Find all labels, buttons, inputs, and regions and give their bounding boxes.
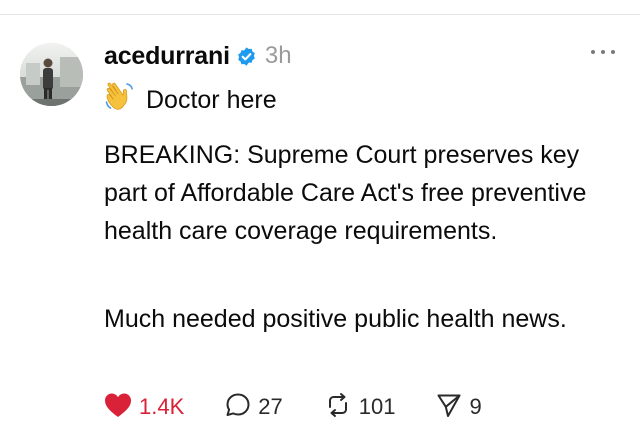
heart-icon	[103, 391, 133, 424]
repost-button[interactable]: 101	[323, 391, 396, 424]
action-bar: 1.4K 27 101 9	[103, 390, 482, 424]
share-count: 9	[469, 394, 482, 419]
post: acedurrani 3h Doctor here BREAKING: Supr…	[0, 0, 640, 441]
reply-count: 27	[258, 394, 283, 419]
reply-button[interactable]: 27	[224, 391, 283, 424]
share-button[interactable]: 9	[435, 391, 482, 424]
intro-line: Doctor here	[104, 80, 277, 120]
avatar[interactable]	[20, 43, 83, 106]
verified-badge-icon	[236, 46, 257, 67]
waving-hand-icon	[104, 80, 138, 121]
like-count: 1.4K	[139, 394, 185, 419]
post-paragraph-1: BREAKING: Supreme Court preserves key pa…	[104, 141, 587, 245]
username[interactable]: acedurrani	[104, 42, 230, 71]
reply-icon	[224, 391, 252, 424]
post-header: acedurrani 3h	[104, 36, 292, 76]
repost-icon	[323, 391, 353, 424]
like-button[interactable]: 1.4K	[103, 391, 184, 424]
intro-text: Doctor here	[146, 85, 277, 114]
timestamp: 3h	[264, 42, 292, 69]
avatar-photo	[20, 43, 83, 106]
repost-count: 101	[358, 394, 396, 419]
post-paragraph-2: Much needed positive public health news.	[104, 305, 567, 333]
more-options-icon[interactable]	[591, 44, 615, 60]
send-icon	[435, 391, 463, 424]
